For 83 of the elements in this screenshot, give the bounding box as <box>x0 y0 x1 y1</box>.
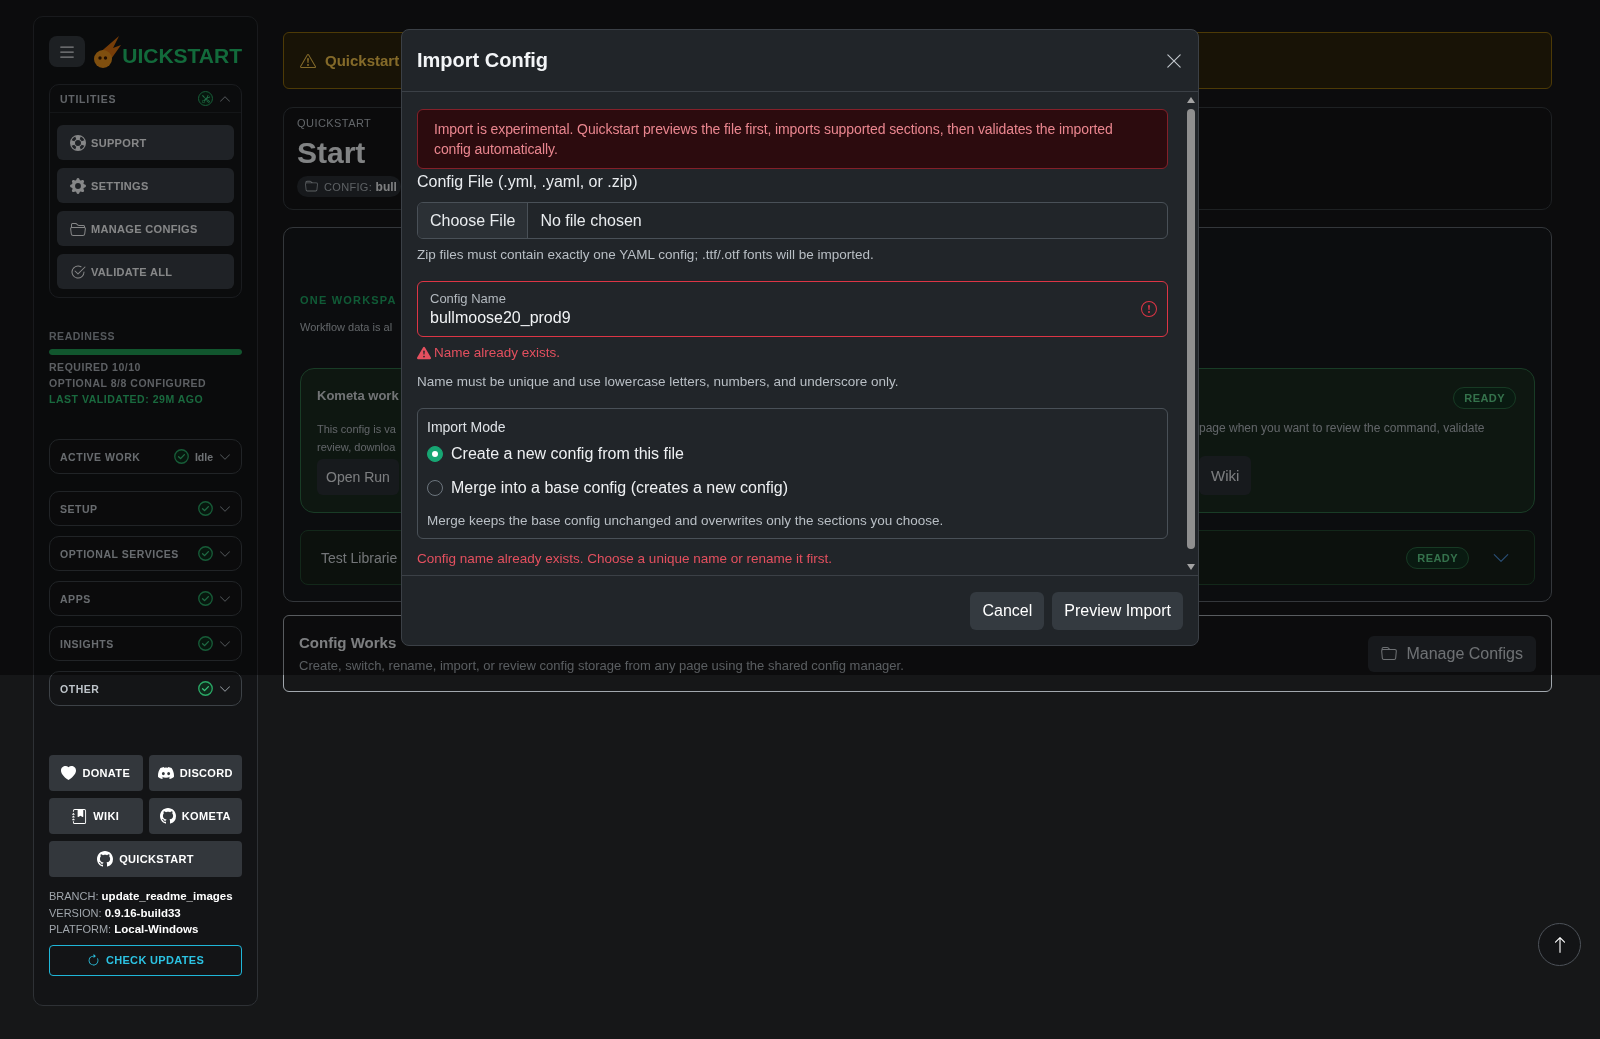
config-name-text: CONFIG: bull <box>324 179 397 194</box>
field-label: Config Name <box>430 290 507 307</box>
eyebrow-text: QUICKSTART <box>297 116 372 131</box>
warning-alert: Import is experimental. Quickstart previews the file first, imports supported sections, then validates the imported config automatically. <box>417 109 1168 169</box>
field-label: Config File (.yml, .yaml, or .zip) <box>417 172 639 192</box>
warning-icon <box>417 346 431 360</box>
sidebar-button[interactable]: SUPPORT <box>57 125 234 160</box>
manage-configs-button[interactable]: Manage Configs <box>1368 635 1536 672</box>
folder-icon <box>305 180 318 193</box>
description-text: Workflow data is al <box>300 320 393 335</box>
page-title: Start <box>297 135 366 171</box>
link-button[interactable]: DISCORD <box>148 755 242 791</box>
card-title: Config Works <box>299 632 398 653</box>
card-text: Create, switch, rename, import, or review config storage from any page using the shared config manager. <box>299 656 904 675</box>
section-toggle[interactable]: SETUP <box>49 491 242 526</box>
close-button[interactable] <box>1165 51 1183 70</box>
github-logo-icon <box>159 808 176 824</box>
github-logo-icon <box>97 851 114 867</box>
input-value: bullmoose20_prod9 <box>430 307 572 328</box>
section-heading: ONE WORKSPA <box>300 293 397 308</box>
comet-logo-icon <box>92 34 123 69</box>
help-text: Merge keeps the base config unchanged and overwrites only the sections you choose. <box>427 512 945 530</box>
warning-icon <box>300 52 316 69</box>
link-button[interactable]: QUICKSTART <box>49 841 242 877</box>
sidebar-button[interactable]: MANAGE CONFIGS <box>57 211 234 246</box>
error-text: Config name already exists. Choose a unique name or rename it first. <box>417 550 833 568</box>
sidebar-button[interactable]: SETTINGS <box>57 168 234 203</box>
link-button[interactable]: DONATE <box>49 755 143 791</box>
help-text: Zip files must contain exactly one YAML config; .ttf/.otf fonts will be imported. <box>417 246 875 264</box>
open-run-button[interactable]: Open Run <box>317 459 399 495</box>
readiness-text: REQUIRED 10/10 <box>49 360 142 375</box>
build-info-text: PLATFORM: Local-Windows <box>49 922 200 937</box>
banner-text: Quickstart <box>325 52 400 69</box>
preview-import-button[interactable]: Preview Import <box>1052 591 1183 630</box>
build-info-text: VERSION: 0.9.16-build33 <box>49 905 182 921</box>
sidebar-button[interactable]: VALIDATE ALL <box>57 254 234 289</box>
section-toggle[interactable]: APPS <box>49 581 242 616</box>
build-info-text: BRANCH: update_readme_images <box>49 889 234 904</box>
section-toggle[interactable]: INSIGHTS <box>49 626 242 661</box>
folder-icon <box>70 220 86 237</box>
error-icon <box>1141 301 1157 317</box>
readiness-text: OPTIONAL 8/8 CONFIGURED <box>49 376 208 391</box>
file-name-text: No file chosen <box>539 210 643 231</box>
name-input[interactable]: Config Name bullmoose20_prod9 <box>417 281 1168 337</box>
status-text: Idle <box>194 450 213 463</box>
cancel-button[interactable]: Cancel <box>970 591 1045 630</box>
help-text: Name must be unique and use lowercase letters, numbers, and underscore only. <box>417 373 900 391</box>
refresh-icon <box>86 953 100 967</box>
book-icon <box>72 808 88 824</box>
link-button[interactable]: WIKI <box>49 798 143 834</box>
radio-label[interactable]: Merge into a base config (creates a new config) <box>451 479 789 497</box>
settings-icon <box>70 177 86 194</box>
section-toggle[interactable]: OTHER <box>49 671 242 706</box>
card-text: This config is va <box>317 422 396 437</box>
group-label: Import Mode <box>427 418 507 437</box>
card-title: Kometa work <box>317 388 399 404</box>
folder-icon <box>1381 645 1398 662</box>
file-input[interactable]: Choose File No file chosen <box>417 202 1168 239</box>
link-button[interactable]: KOMETA <box>148 798 242 834</box>
card-text: page when you want to review the command, validate <box>1199 420 1485 436</box>
tools-icon <box>198 91 213 106</box>
section-toggle[interactable]: OPTIONAL SERVICES <box>49 536 242 571</box>
radio-button[interactable] <box>427 446 443 462</box>
status-badge: READY <box>1406 546 1469 569</box>
heart-icon <box>61 765 77 781</box>
check-updates-button[interactable]: CHECK UPDATES <box>49 944 242 976</box>
error-text: Name already exists. <box>434 344 561 362</box>
lifebuoy-icon <box>70 134 86 151</box>
card-text: review, downloa <box>317 440 396 455</box>
card-title: Test Librarie <box>321 549 398 566</box>
choose-file-button[interactable]: Choose File <box>418 203 529 238</box>
menu-button[interactable] <box>49 36 86 67</box>
readiness-label: READINESS <box>49 329 116 344</box>
status-badge: READY <box>1453 387 1516 409</box>
discord-logo-icon <box>157 765 174 781</box>
scroll-to-top-button[interactable] <box>1538 923 1581 966</box>
last-validated-text: LAST VALIDATED: 29M AGO <box>49 392 205 407</box>
logo-text: UICKSTART <box>122 44 242 66</box>
radio-label[interactable]: Create a new config from this file <box>451 445 684 463</box>
section-toggle[interactable]: ACTIVE WORK Idle <box>49 439 242 474</box>
dialog-title: Import Config <box>417 49 549 72</box>
close-icon <box>1165 51 1183 70</box>
wiki-button[interactable]: Wiki <box>1199 456 1252 495</box>
